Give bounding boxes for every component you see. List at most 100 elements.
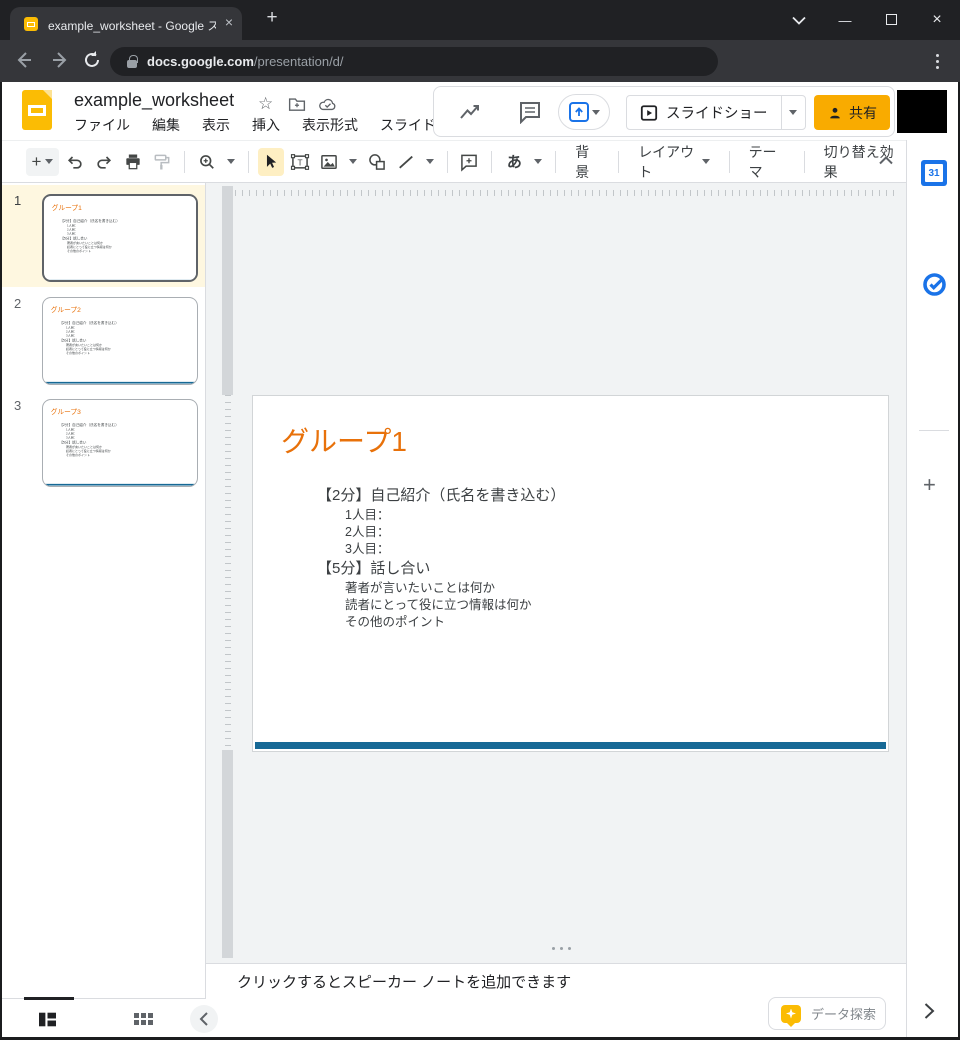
- explore-icon: [781, 1005, 801, 1023]
- image-options-icon[interactable]: [349, 159, 357, 164]
- explore-button[interactable]: データ探索: [768, 997, 886, 1030]
- menu-item[interactable]: スライド: [380, 115, 436, 135]
- slideshow-options-button[interactable]: [781, 96, 805, 129]
- text-style-options-icon[interactable]: [534, 159, 542, 164]
- rail-divider: [919, 430, 949, 431]
- cloud-saved-icon[interactable]: [318, 96, 338, 117]
- forward-icon[interactable]: [50, 50, 70, 75]
- back-icon[interactable]: [14, 50, 34, 75]
- hide-side-panel-button[interactable]: [923, 1002, 935, 1025]
- line-options-icon[interactable]: [426, 159, 434, 164]
- mini-slide: グループ2 【2分】自己紹介（氏名を書き込む）1人目：2人目：3人目：【5分】話…: [44, 299, 196, 384]
- notes-resize-handle[interactable]: [552, 947, 571, 950]
- side-panel-rail: 31 +: [906, 140, 960, 1040]
- zoom-button[interactable]: [194, 148, 220, 176]
- mini-slide-content: グループ2 【2分】自己紹介（氏名を書き込む）1人目：2人目：3人目：【5分】話…: [44, 299, 196, 384]
- star-document-icon[interactable]: ☆: [258, 94, 273, 114]
- address-bar[interactable]: docs.google.com/presentation/d/: [110, 47, 718, 76]
- speaker-notes-placeholder[interactable]: クリックするとスピーカー ノートを追加できます: [237, 971, 571, 992]
- svg-text:T: T: [297, 157, 302, 167]
- activity-trend-icon[interactable]: [458, 101, 482, 128]
- maximize-icon: [886, 14, 897, 25]
- slideshow-label: スライドショー: [666, 102, 768, 123]
- menu-item[interactable]: 表示: [202, 115, 230, 135]
- shape-tool-button[interactable]: [364, 148, 390, 176]
- background-button[interactable]: 背景: [565, 142, 609, 182]
- toolbar-divider: [618, 151, 619, 173]
- menu-item[interactable]: 表示形式: [302, 115, 358, 135]
- select-tool-button[interactable]: [258, 148, 284, 176]
- present-up-icon: [569, 102, 589, 122]
- collapse-filmstrip-button[interactable]: [190, 1005, 218, 1033]
- bullet-marker: [54, 218, 61, 223]
- zoom-options-icon[interactable]: [227, 159, 235, 164]
- browser-menu-icon[interactable]: [936, 54, 939, 69]
- minimize-button[interactable]: —: [822, 13, 868, 28]
- slide-thumbnail-row-2[interactable]: 2 グループ2 【2分】自己紹介（氏名を書き込む）1人目：2人目：3人目：【5分…: [0, 288, 205, 390]
- close-window-button[interactable]: ×: [914, 11, 960, 29]
- chevron-down-icon: [702, 159, 710, 164]
- document-title[interactable]: example_worksheet: [74, 90, 234, 111]
- menu-item[interactable]: 編集: [152, 115, 180, 135]
- collapse-toolbar-button[interactable]: [878, 152, 894, 170]
- present-to-meet-button[interactable]: [558, 94, 610, 130]
- menu-item[interactable]: 挿入: [252, 115, 280, 135]
- slideshow-button[interactable]: スライドショー: [627, 96, 781, 129]
- maximize-button[interactable]: [868, 13, 914, 28]
- theme-button[interactable]: テーマ: [739, 142, 795, 182]
- window-chevron-icon[interactable]: [776, 13, 822, 28]
- slide-canvas[interactable]: グループ1 【2分】自己紹介（氏名を書き込む）1人目：2人目：3人目：【5分】話…: [206, 183, 906, 963]
- paint-format-button[interactable]: [149, 148, 175, 176]
- new-tab-button[interactable]: +: [260, 6, 284, 30]
- undo-button[interactable]: [62, 148, 88, 176]
- new-slide-button[interactable]: +: [26, 148, 59, 176]
- bullet-row: その他のポイント: [253, 614, 880, 631]
- window-controls: — ×: [776, 0, 960, 40]
- slide-thumbnail-row-3[interactable]: 3 グループ3 【2分】自己紹介（氏名を書き込む）1人目：2人目：3人目：【5分…: [0, 390, 205, 492]
- slide-thumbnail-row-1[interactable]: 1 グループ1 【2分】自己紹介（氏名を書き込む）1人目：2人目：3人目：【5分…: [0, 185, 205, 287]
- bullet-row: その他のポイント: [44, 453, 194, 457]
- text-style-button[interactable]: あ: [501, 148, 527, 176]
- comment-history-icon[interactable]: [518, 100, 542, 129]
- slide-thumbnail[interactable]: グループ2 【2分】自己紹介（氏名を書き込む）1人目：2人目：3人目：【5分】話…: [42, 297, 198, 385]
- mini-slide-title: グループ3: [51, 407, 81, 417]
- slide-title[interactable]: グループ1: [281, 420, 407, 460]
- bullet-text: その他のポイント: [66, 453, 90, 457]
- browser-tab[interactable]: example_worksheet - Google スラ ×: [10, 7, 242, 40]
- speaker-notes-panel[interactable]: クリックするとスピーカー ノートを追加できます データ探索: [206, 963, 906, 1040]
- filmstrip-view-button[interactable]: [38, 1011, 57, 1033]
- add-addon-button[interactable]: +: [923, 472, 936, 498]
- mini-slide: グループ3 【2分】自己紹介（氏名を書き込む）1人目：2人目：3人目：【5分】話…: [44, 401, 196, 486]
- share-button[interactable]: 共有: [814, 95, 890, 130]
- url-path: /presentation/d/: [254, 54, 344, 69]
- insert-comment-button[interactable]: [456, 148, 482, 176]
- bullet-row: 【2分】自己紹介（氏名を書き込む）: [253, 485, 880, 507]
- move-folder-icon[interactable]: [288, 96, 306, 117]
- bullet-marker: [53, 440, 60, 445]
- slide-bullet-list[interactable]: 【2分】自己紹介（氏名を書き込む）1人目：2人目：3人目：【5分】話し合い著者が…: [253, 485, 880, 631]
- toolbar-divider: [729, 151, 730, 173]
- reload-icon[interactable]: [82, 50, 102, 75]
- redo-button[interactable]: [91, 148, 117, 176]
- tasks-icon[interactable]: [921, 271, 948, 303]
- line-tool-button[interactable]: [393, 148, 419, 176]
- app-window: example_worksheet - Google スラ × + — × do…: [0, 0, 960, 1040]
- text-style-glyph: あ: [507, 151, 522, 172]
- bullet-marker: [53, 338, 60, 343]
- slide-thumbnail[interactable]: グループ3 【2分】自己紹介（氏名を書き込む）1人目：2人目：3人目：【5分】話…: [42, 399, 198, 487]
- current-slide[interactable]: グループ1 【2分】自己紹介（氏名を書き込む）1人目：2人目：3人目：【5分】話…: [252, 395, 889, 752]
- bullet-marker: [321, 524, 345, 541]
- slide-content: グループ1 【2分】自己紹介（氏名を書き込む）1人目：2人目：3人目：【5分】話…: [253, 396, 888, 751]
- print-button[interactable]: [120, 148, 146, 176]
- grid-view-button[interactable]: [134, 1013, 153, 1025]
- tab-close-icon[interactable]: ×: [220, 14, 238, 30]
- calendar-icon[interactable]: 31: [921, 160, 947, 186]
- textbox-tool-button[interactable]: T: [287, 148, 313, 176]
- layout-button[interactable]: レイアウト: [628, 142, 720, 182]
- image-tool-button[interactable]: [316, 148, 342, 176]
- account-avatar[interactable]: [897, 90, 947, 133]
- slide-accent-bar: [255, 742, 886, 749]
- menu-item[interactable]: ファイル: [74, 115, 130, 135]
- slides-logo-icon[interactable]: [22, 90, 52, 130]
- slide-thumbnail[interactable]: グループ1 【2分】自己紹介（氏名を書き込む）1人目：2人目：3人目：【5分】話…: [42, 194, 198, 282]
